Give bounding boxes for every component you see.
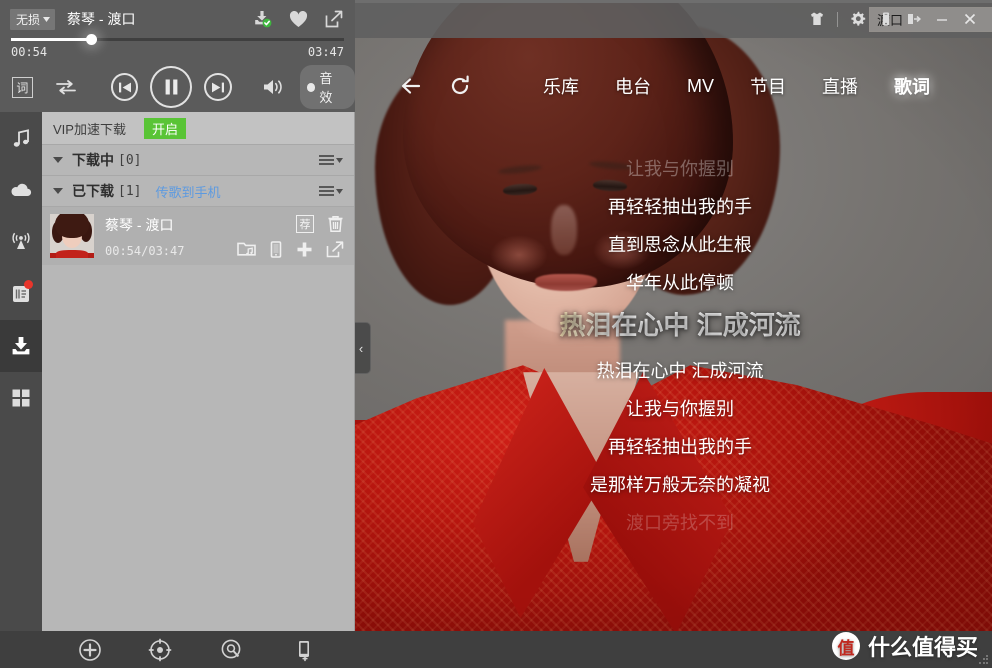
mobile-device-icon[interactable] <box>269 240 283 258</box>
skin-icon[interactable] <box>803 0 831 38</box>
watermark-text: 什么值得买 <box>867 635 978 660</box>
chevron-down-icon[interactable] <box>53 157 63 163</box>
audio-quality-selector[interactable]: 无损 <box>10 8 56 30</box>
sidebar-item-apps[interactable] <box>0 372 42 424</box>
next-track-button[interactable] <box>203 73 232 101</box>
tab-lyrics[interactable]: 歌词 <box>876 70 948 102</box>
lyric-line: 让我与你握别 <box>626 399 734 419</box>
download-icon <box>9 334 33 358</box>
mobile-transfer-button[interactable] <box>292 638 316 662</box>
refresh-icon[interactable] <box>437 63 483 109</box>
login-icon[interactable] <box>900 0 928 38</box>
lyric-line: 再轻轻抽出我的手 <box>608 197 752 217</box>
share-icon[interactable] <box>325 10 343 28</box>
tab-programs[interactable]: 节目 <box>732 70 804 102</box>
progress-knob[interactable] <box>85 34 97 45</box>
vip-toggle-badge[interactable]: 开启 <box>143 117 186 139</box>
tab-live[interactable]: 直播 <box>804 70 876 102</box>
sound-effects-button[interactable]: 音效 <box>299 65 356 109</box>
music-note-icon <box>10 127 32 149</box>
pause-button[interactable] <box>150 66 192 108</box>
sidebar-item-cloud[interactable] <box>0 164 42 216</box>
recommend-button[interactable]: 荐 <box>296 214 314 233</box>
previous-track-button[interactable] <box>110 73 139 101</box>
sidebar-item-lyrics[interactable] <box>0 268 42 320</box>
bottom-toolbar: 值 什么值得买 <box>0 631 992 668</box>
tab-radio[interactable]: 电台 <box>597 70 669 102</box>
lyric-line: 再轻轻抽出我的手 <box>608 437 752 457</box>
download-done-icon[interactable] <box>253 10 272 28</box>
divider <box>837 11 838 27</box>
grid-apps-icon <box>10 387 32 409</box>
lyric-line: 直到思念从此生根 <box>608 235 752 255</box>
chevron-down-icon <box>43 16 51 22</box>
progress-fill <box>11 38 91 41</box>
sidebar-item-download[interactable] <box>0 320 42 372</box>
tab-mv[interactable]: MV <box>669 73 732 100</box>
section-count: [0] <box>118 152 142 168</box>
settings-gear-icon[interactable] <box>844 0 872 38</box>
resize-grip[interactable] <box>978 654 989 665</box>
trash-icon[interactable] <box>327 215 344 233</box>
repeat-mode-icon[interactable] <box>55 78 77 96</box>
section-count: [1] <box>118 183 142 199</box>
player-controls-panel: 无损 蔡琴 - 渡口 00:54 03:47 词 音效 <box>0 0 356 112</box>
minimize-icon[interactable] <box>928 0 956 38</box>
music-player-window: 乐库 电台 MV 节目 直播 歌词 让我与你握别 再轻轻抽出我的手 直到思念从此… <box>0 0 992 668</box>
chevron-down-icon[interactable] <box>53 188 63 194</box>
nav-tab-list: 乐库 电台 MV 节目 直播 歌词 <box>525 70 948 102</box>
notification-badge <box>24 280 33 289</box>
lyrics-toggle-button[interactable]: 词 <box>12 76 33 98</box>
tab-library[interactable]: 乐库 <box>525 70 597 102</box>
top-bar <box>355 0 992 38</box>
window-controls <box>803 0 984 38</box>
lyric-line: 是那样万般无奈的凝视 <box>590 475 770 495</box>
mobile-device-icon[interactable] <box>872 0 900 38</box>
track-title: 蔡琴 - 渡口 <box>105 216 174 233</box>
folder-music-icon[interactable] <box>237 241 256 257</box>
plus-icon[interactable] <box>296 241 313 258</box>
lyric-line: 热泪在心中 汇成河流 <box>596 361 764 381</box>
share-icon[interactable] <box>326 240 344 258</box>
section-header-downloaded[interactable]: 已下载 [1] 传歌到手机 <box>42 176 354 207</box>
lyric-line: 让我与你握别 <box>626 159 734 179</box>
track-duration: 00:54/03:47 <box>105 243 185 258</box>
watermark-logo: 值 <box>831 632 860 660</box>
send-to-phone-link[interactable]: 传歌到手机 <box>155 182 220 201</box>
section-title: 下载中 <box>72 152 114 168</box>
vip-label: VIP加速下载 <box>53 121 126 137</box>
lyric-line: 华年从此停顿 <box>626 273 734 293</box>
search-local-button[interactable] <box>220 638 244 662</box>
quality-label: 无损 <box>16 12 41 27</box>
table-row[interactable]: 蔡琴 - 渡口 00:54/03:47 荐 <box>42 207 354 265</box>
lyric-line: 渡口旁找不到 <box>626 513 734 533</box>
watermark: 值 什么值得买 <box>831 630 978 662</box>
radio-antenna-icon <box>9 230 33 254</box>
navigation-bar: 乐库 电台 MV 节目 直播 歌词 <box>355 60 992 112</box>
locate-playing-button[interactable] <box>148 638 172 662</box>
favorite-heart-icon[interactable] <box>289 10 308 28</box>
back-arrow-icon[interactable] <box>391 63 437 109</box>
list-menu-icon[interactable] <box>319 154 343 166</box>
sound-effects-label: 音效 <box>319 71 333 105</box>
total-duration: 03:47 <box>307 45 344 59</box>
volume-icon[interactable] <box>262 77 288 97</box>
add-music-button[interactable] <box>78 638 102 662</box>
elapsed-time: 00:54 <box>11 45 48 59</box>
cloud-icon <box>9 180 33 200</box>
lyrics-panel: 让我与你握别 再轻轻抽出我的手 直到思念从此生根 华年从此停顿 热泪在心中 汇成… <box>400 160 960 552</box>
sidebar-item-music[interactable] <box>0 112 42 164</box>
album-thumbnail <box>50 214 94 258</box>
list-menu-icon[interactable] <box>319 185 343 197</box>
vip-accelerate-row: VIP加速下载 开启 <box>42 112 354 145</box>
sidebar-item-radio[interactable] <box>0 216 42 268</box>
section-header-downloading[interactable]: 下载中 [0] <box>42 145 354 176</box>
toggle-dot-icon <box>306 82 316 92</box>
now-playing-title: 蔡琴 - 渡口 <box>67 11 136 27</box>
download-panel: VIP加速下载 开启 下载中 [0] 已下载 [1] 传歌到手机 蔡琴 - 渡口… <box>42 112 355 631</box>
section-title: 已下载 <box>72 183 114 199</box>
close-icon[interactable] <box>956 0 984 38</box>
lyric-line-current: 热泪在心中 汇成河流 <box>400 312 960 338</box>
